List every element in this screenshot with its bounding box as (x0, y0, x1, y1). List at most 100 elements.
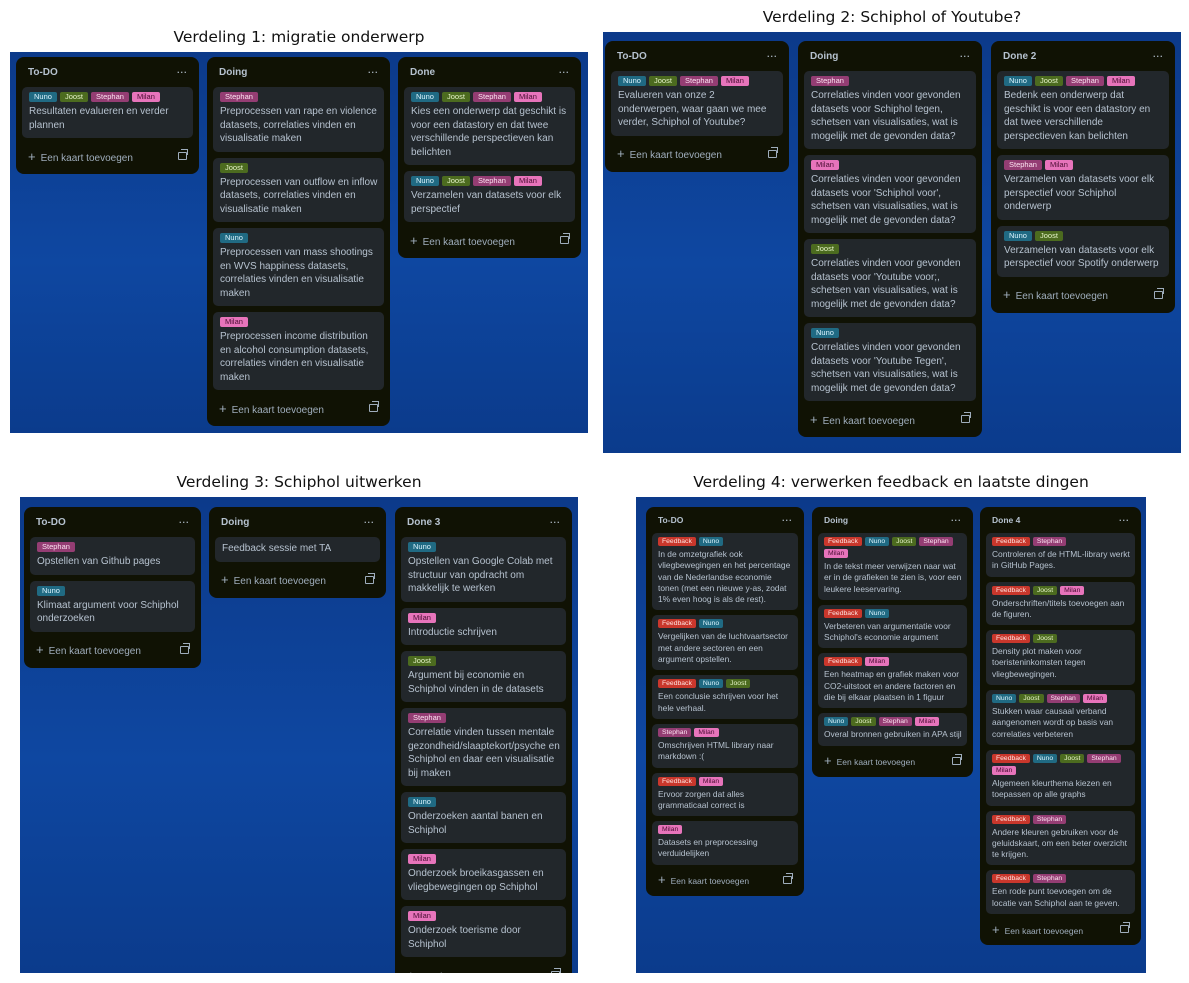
label-milan[interactable]: Milan (992, 765, 1017, 775)
label-milan[interactable]: Milan (408, 612, 436, 623)
card[interactable]: Feedback Milan Een heatmap en grafiek make… (818, 653, 967, 709)
add-card-button[interactable]: + Een kaart toevoegen (213, 396, 384, 420)
label-feedback[interactable]: Feedback (658, 537, 696, 546)
label-feedback[interactable]: Feedback (658, 619, 696, 629)
label-nuno[interactable]: Nuno (29, 92, 57, 102)
label-stephan[interactable]: Stephan (37, 542, 75, 552)
label-milan[interactable]: Milan (131, 92, 160, 102)
card[interactable]: Feedback Nuno In de omzetgrafiek ook vlieg… (652, 533, 798, 611)
label-stephan[interactable]: Stephan (811, 76, 849, 86)
label-joost[interactable]: Joost (1035, 76, 1063, 86)
list-menu-icon[interactable]: ··· (1119, 514, 1130, 527)
label-feedback[interactable]: Feedback (824, 608, 862, 618)
label-nuno[interactable]: Nuno (992, 694, 1017, 704)
label-feedback[interactable]: Feedback (992, 874, 1030, 884)
add-card-button[interactable]: + Een kaart toevoegen (818, 751, 967, 771)
label-stephan[interactable]: Stephan (408, 713, 446, 723)
label-stephan[interactable]: Stephan (919, 537, 953, 546)
label-milan[interactable]: Milan (220, 317, 248, 327)
add-card-button[interactable]: + Een kaart toevoegen (22, 144, 193, 168)
label-feedback[interactable]: Feedback (658, 679, 696, 689)
card[interactable]: Nuno Joost Stephan Milan Resultaten evaluere… (22, 87, 193, 138)
list-menu-icon[interactable]: ··· (767, 50, 778, 63)
label-milan[interactable]: Milan (698, 776, 724, 786)
list-menu-icon[interactable]: ··· (364, 516, 375, 529)
card[interactable]: Feedback Milan Ervoor zorgen dat alles gra… (652, 772, 798, 817)
card[interactable]: Feedback Nuno Verbeteren van argumentatie … (818, 604, 967, 649)
label-joost[interactable]: Joost (60, 92, 88, 102)
list-menu-icon[interactable]: ··· (960, 50, 971, 63)
label-stephan[interactable]: Stephan (1046, 694, 1080, 704)
template-icon[interactable] (551, 968, 561, 973)
label-joost[interactable]: Joost (726, 679, 751, 689)
label-joost[interactable]: Joost (220, 162, 248, 173)
card[interactable]: Feedback Joost Milan Onderschriften/titels … (986, 581, 1135, 626)
label-nuno[interactable]: Nuno (37, 585, 65, 596)
list-menu-icon[interactable]: ··· (782, 514, 793, 527)
card[interactable]: Nuno Preprocessen van mass shootings en W… (213, 228, 384, 306)
label-milan[interactable]: Milan (1044, 160, 1073, 170)
label-milan[interactable]: Milan (1060, 585, 1085, 595)
template-icon[interactable] (369, 401, 379, 412)
label-nuno[interactable]: Nuno (824, 717, 849, 727)
card[interactable]: Stephan Correlaties vinden voor gevonden … (804, 71, 976, 149)
list-menu-icon[interactable]: ··· (550, 516, 561, 529)
label-stephan[interactable]: Stephan (1032, 537, 1067, 546)
card[interactable]: Feedback Stephan Andere kleuren gebruiken … (986, 810, 1135, 866)
label-nuno[interactable]: Nuno (698, 537, 724, 546)
card[interactable]: Feedback Nuno Joost Stephan Milan In de tekst… (818, 533, 967, 600)
card[interactable]: Nuno Joost Stephan Milan Verzamelen van data… (404, 171, 575, 222)
label-nuno[interactable]: Nuno (408, 542, 436, 552)
card[interactable]: Feedback sessie met TA (215, 537, 380, 562)
template-icon[interactable] (961, 412, 971, 423)
label-nuno[interactable]: Nuno (1004, 230, 1032, 241)
label-nuno[interactable]: Nuno (811, 328, 839, 338)
label-nuno[interactable]: Nuno (618, 76, 646, 86)
list-menu-icon[interactable]: ··· (1153, 50, 1164, 63)
label-milan[interactable]: Milan (824, 549, 849, 558)
card[interactable]: Milan Introductie schrijven (401, 607, 566, 645)
label-joost[interactable]: Joost (1019, 694, 1044, 704)
card[interactable]: Stephan Opstellen van Github pages (30, 537, 195, 575)
label-joost[interactable]: Joost (649, 76, 677, 86)
template-icon[interactable] (365, 572, 375, 584)
label-joost[interactable]: Joost (892, 537, 917, 546)
template-icon[interactable] (180, 642, 190, 654)
label-nuno[interactable]: Nuno (1004, 76, 1032, 86)
label-feedback[interactable]: Feedback (992, 537, 1030, 546)
label-nuno[interactable]: Nuno (220, 233, 248, 243)
card[interactable]: Feedback Nuno Vergelijken van de luchtvaar… (652, 615, 798, 671)
label-milan[interactable]: Milan (864, 657, 890, 667)
label-milan[interactable]: Milan (694, 727, 719, 737)
label-milan[interactable]: Milan (1106, 76, 1135, 86)
card[interactable]: Joost Preprocessen van outflow en inflow … (213, 157, 384, 222)
add-card-button[interactable]: + Een kaart toevoegen (652, 870, 798, 890)
add-card-button[interactable]: + Een kaart toevoegen (404, 228, 575, 252)
label-feedback[interactable]: Feedback (992, 634, 1030, 644)
label-milan[interactable]: Milan (914, 717, 940, 727)
label-feedback[interactable]: Feedback (992, 753, 1030, 763)
template-icon[interactable] (1154, 287, 1164, 299)
card[interactable]: Stephan Milan Omschrijven HTML library naa… (652, 723, 798, 768)
label-joost[interactable]: Joost (811, 244, 839, 254)
card[interactable]: Joost Correlaties vinden voor gevonden da… (804, 239, 976, 317)
card[interactable]: Milan Preprocessen income distribution en… (213, 312, 384, 390)
label-nuno[interactable]: Nuno (698, 619, 724, 629)
card[interactable]: Milan Onderzoek broeikasgassen en vliegbe… (401, 849, 566, 900)
label-nuno[interactable]: Nuno (864, 537, 890, 546)
label-stephan[interactable]: Stephan (1087, 753, 1121, 763)
card[interactable]: Stephan Milan Verzamelen van datasets voor… (997, 155, 1169, 220)
label-stephan[interactable]: Stephan (473, 176, 511, 186)
card[interactable]: Feedback Stephan Controleren of de HTML-li… (986, 533, 1135, 577)
card[interactable]: Nuno Correlaties vinden voor gevonden dat… (804, 323, 976, 401)
card[interactable]: Stephan Preprocessen van rape en violence… (213, 87, 384, 152)
label-milan[interactable]: Milan (408, 854, 436, 864)
label-joost[interactable]: Joost (1035, 230, 1063, 241)
label-joost[interactable]: Joost (1032, 634, 1058, 644)
card[interactable]: Nuno Joost Stephan Milan Evalueren van onze … (611, 71, 783, 136)
label-nuno[interactable]: Nuno (698, 679, 724, 689)
card[interactable]: Feedback Nuno Joost Stephan Milan Algemeen kl… (986, 749, 1135, 806)
label-stephan[interactable]: Stephan (1032, 814, 1067, 824)
label-milan[interactable]: Milan (720, 76, 749, 86)
label-milan[interactable]: Milan (811, 160, 839, 170)
